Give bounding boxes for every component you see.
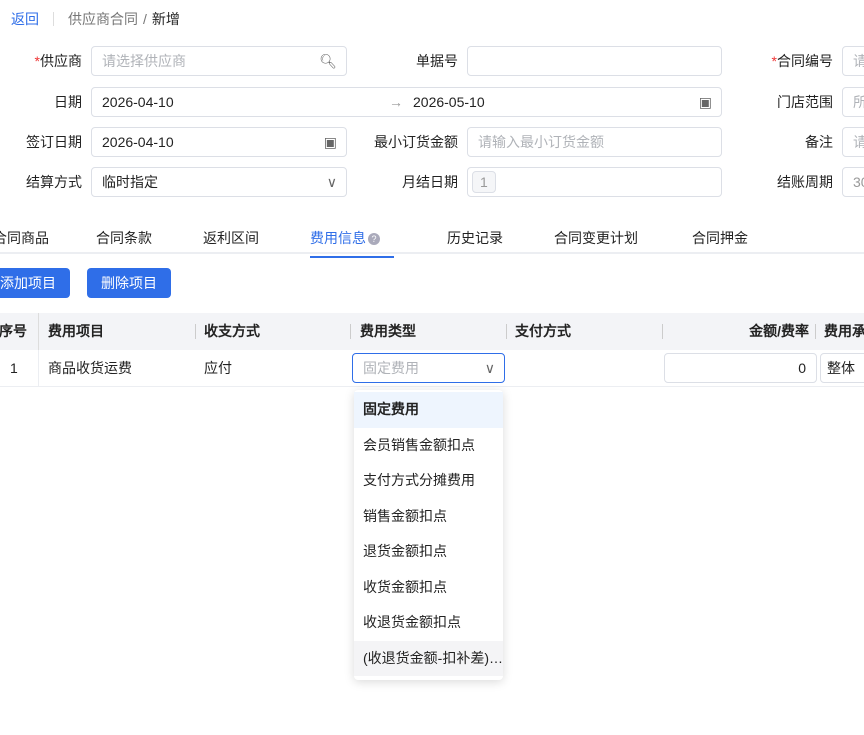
col-index: 序号: [0, 323, 27, 339]
calendar-icon[interactable]: ▣: [699, 94, 712, 111]
dropdown-option[interactable]: 固定费用: [354, 392, 503, 428]
store-range-input[interactable]: 所: [842, 87, 864, 117]
dropdown-option[interactable]: 销售金额扣点: [354, 499, 503, 535]
col-payment: 支付方式: [515, 323, 571, 339]
dropdown-option[interactable]: 会员销售金额扣点: [354, 428, 503, 464]
table-row: 1 商品收货运费 应付 固定费用 ∨ 0 整体: [0, 350, 864, 387]
sign-date-input[interactable]: 2026-04-10 ▣: [91, 127, 347, 157]
supplier-label: *供应商: [34, 53, 82, 69]
help-icon[interactable]: ?: [368, 233, 380, 245]
table-header: 序号 费用项目 收支方式 费用类型 支付方式 金额/费率 费用承担: [0, 313, 864, 350]
tab-history[interactable]: 历史记录: [447, 228, 503, 248]
month-day-label: 月结日期: [402, 174, 458, 190]
breadcrumb-parent[interactable]: 供应商合同: [68, 9, 138, 29]
search-icon[interactable]: 🔍︎: [319, 53, 337, 70]
col-fee-type: 费用类型: [360, 323, 416, 339]
tab-contract-terms[interactable]: 合同条款: [96, 228, 152, 248]
date-range-input[interactable]: 2026-04-10 → 2026-05-10 ▣: [91, 87, 722, 117]
col-direction: 收支方式: [204, 323, 260, 339]
col-fee-item: 费用项目: [48, 323, 104, 339]
back-link[interactable]: 返回: [11, 9, 39, 29]
store-range-label: 门店范围: [777, 94, 833, 110]
settle-cycle-input[interactable]: 30: [842, 167, 864, 197]
row-direction: 应付: [204, 360, 232, 376]
dropdown-option[interactable]: 退货金额扣点: [354, 534, 503, 570]
breadcrumb: 返回 供应商合同 / 新增: [11, 9, 180, 29]
tab-rebate-range[interactable]: 返利区间: [203, 228, 259, 248]
date-end[interactable]: 2026-05-10: [413, 94, 485, 110]
chevron-down-icon: ∨: [326, 174, 337, 190]
delete-item-button[interactable]: 删除项目: [87, 268, 171, 298]
contract-no-label: *合同编号: [771, 53, 833, 69]
breadcrumb-separator: /: [143, 11, 147, 27]
range-arrow: →: [389, 94, 403, 110]
date-start[interactable]: 2026-04-10: [102, 94, 174, 110]
dropdown-option[interactable]: 支付方式分摊费用: [354, 463, 503, 499]
sign-date-label: 签订日期: [26, 134, 82, 150]
month-day-input[interactable]: 1: [467, 167, 722, 197]
remark-input[interactable]: 请: [842, 127, 864, 157]
fee-type-dropdown: 固定费用 会员销售金额扣点 支付方式分摊费用 销售金额扣点 退货金额扣点 收货金…: [354, 390, 503, 680]
col-amount: 金额/费率: [749, 323, 809, 339]
supplier-input[interactable]: 请选择供应商 🔍︎: [91, 46, 347, 76]
min-order-label: 最小订货金额: [374, 134, 458, 150]
fee-type-select[interactable]: 固定费用 ∨: [352, 353, 505, 383]
settle-method-label: 结算方式: [26, 174, 82, 190]
divider: [53, 12, 54, 26]
doc-no-label: 单据号: [416, 53, 458, 69]
doc-no-input[interactable]: [467, 46, 722, 76]
dropdown-option[interactable]: 收货金额扣点: [354, 570, 503, 606]
date-label: 日期: [54, 94, 82, 110]
add-item-button[interactable]: 添加项目: [0, 268, 70, 298]
chevron-down-icon: ∨: [484, 360, 495, 376]
settle-cycle-label: 结账周期: [777, 174, 833, 190]
tab-contract-goods[interactable]: 合同商品: [0, 228, 49, 248]
calendar-icon[interactable]: ▣: [324, 134, 337, 151]
remark-label: 备注: [805, 134, 833, 150]
tab-change-plan[interactable]: 合同变更计划: [554, 228, 638, 248]
tab-deposit[interactable]: 合同押金: [692, 228, 748, 248]
settle-method-select[interactable]: 临时指定 ∨: [91, 167, 347, 197]
scope-select[interactable]: 整体: [820, 353, 864, 383]
breadcrumb-current: 新增: [151, 11, 180, 27]
contract-no-input[interactable]: 请: [842, 46, 864, 76]
col-scope: 费用承担: [824, 323, 864, 339]
row-fee-item: 商品收货运费: [48, 360, 132, 376]
row-index: 1: [10, 360, 18, 376]
amount-input[interactable]: 0: [664, 353, 817, 383]
dropdown-option[interactable]: 收退货金额扣点: [354, 605, 503, 641]
tab-fee-info[interactable]: 费用信息?: [310, 228, 394, 258]
min-order-input[interactable]: 请输入最小订货金额: [467, 127, 722, 157]
tab-bar: 合同商品 合同条款 返利区间 费用信息? 历史记录 合同变更计划 合同押金: [0, 222, 864, 258]
dropdown-option[interactable]: (收退货金额-扣补差)扣点: [354, 640, 503, 676]
